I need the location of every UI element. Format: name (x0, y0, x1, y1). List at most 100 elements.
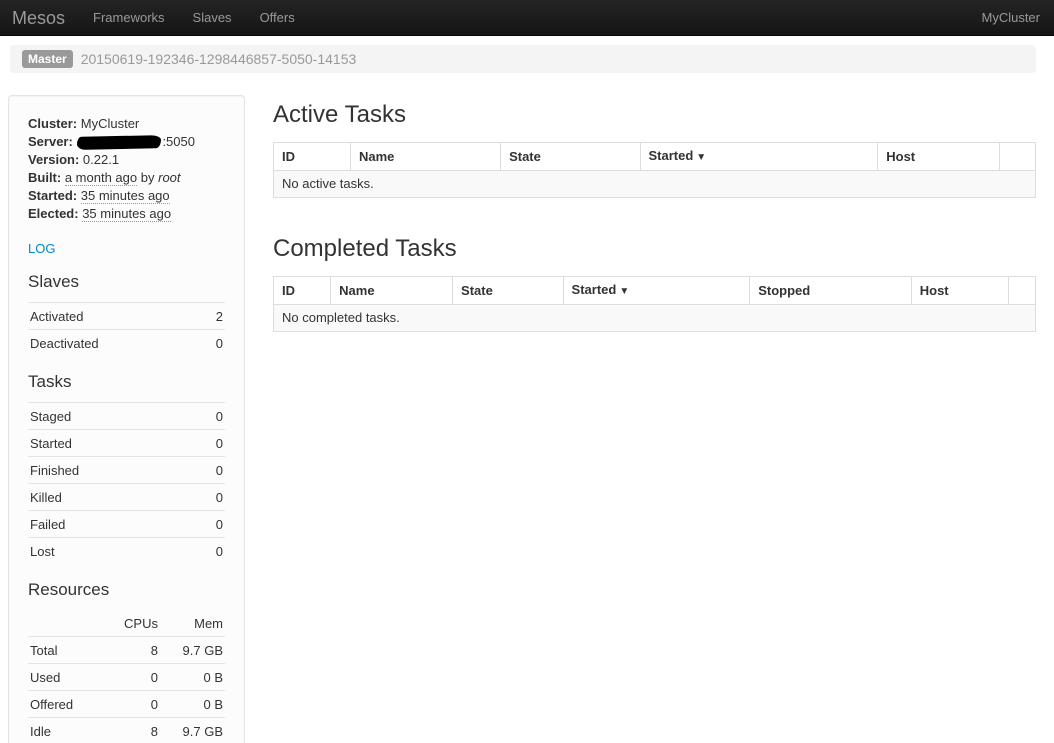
tasks-staged-value: 0 (191, 403, 225, 430)
table-row: Started 0 (28, 430, 225, 457)
active-tasks-header-row: ID Name State Started▼ Host (274, 143, 1036, 171)
main-content: Active Tasks ID Name State Started▼ Host… (273, 95, 1036, 332)
tasks-started-value: 0 (191, 430, 225, 457)
column-header-state[interactable]: State (501, 143, 640, 171)
table-row: Idle 8 9.7 GB (28, 718, 225, 743)
column-header-name[interactable]: Name (331, 277, 453, 305)
elected-info-line: Elected: 35 minutes ago (28, 205, 225, 223)
resources-cpus-header: CPUs (107, 610, 160, 637)
started-info-line: Started: 35 minutes ago (28, 187, 225, 205)
table-row: Finished 0 (28, 457, 225, 484)
table-row: No completed tasks. (274, 305, 1036, 332)
master-id: 20150619-192346-1298446857-5050-14153 (81, 51, 357, 67)
log-link[interactable]: LOG (28, 241, 55, 256)
built-user: root (158, 170, 180, 185)
sort-desc-icon: ▼ (619, 286, 629, 297)
table-row: Killed 0 (28, 484, 225, 511)
cluster-value: MyCluster (81, 116, 140, 131)
column-header-state[interactable]: State (453, 277, 563, 305)
completed-tasks-section: Completed Tasks ID Name State Started▼ S… (273, 234, 1036, 332)
column-header-started[interactable]: Started▼ (640, 143, 878, 171)
column-header-started[interactable]: Started▼ (563, 277, 750, 305)
completed-tasks-title: Completed Tasks (273, 234, 1036, 264)
elected-label: Elected: (28, 206, 79, 221)
tasks-table: Staged 0 Started 0 Finished 0 Killed 0 F… (28, 402, 225, 564)
resources-empty-header (28, 610, 107, 637)
column-header-actions (1000, 143, 1036, 171)
brand-mesos[interactable]: Mesos (0, 0, 79, 36)
table-row: Failed 0 (28, 511, 225, 538)
sort-desc-icon: ▼ (696, 152, 706, 163)
column-header-id[interactable]: ID (274, 143, 351, 171)
slaves-activated-label: Activated (28, 303, 199, 330)
table-row: Used 0 0 B (28, 664, 225, 691)
completed-tasks-empty-message: No completed tasks. (274, 305, 1036, 332)
active-tasks-empty-message: No active tasks. (274, 171, 1036, 198)
started-label: Started: (28, 188, 77, 203)
cluster-info-line: Cluster: MyCluster (28, 115, 225, 133)
slaves-deactivated-value: 0 (199, 330, 225, 357)
resources-offered-label: Offered (28, 691, 107, 718)
elected-time: 35 minutes ago (82, 206, 171, 222)
started-time: 35 minutes ago (81, 188, 170, 204)
column-header-host[interactable]: Host (911, 277, 1009, 305)
resources-section-title: Resources (28, 579, 225, 601)
table-row: Total 8 9.7 GB (28, 637, 225, 664)
resources-idle-mem: 9.7 GB (160, 718, 225, 743)
slaves-table: Activated 2 Deactivated 0 (28, 302, 225, 356)
column-header-stopped[interactable]: Stopped (750, 277, 912, 305)
sidebar-panel: Cluster: MyCluster Server: :5050 Version… (8, 95, 245, 743)
tasks-lost-label: Lost (28, 538, 191, 565)
tasks-staged-label: Staged (28, 403, 191, 430)
built-time: a month ago (65, 170, 137, 186)
built-info-line: Built: a month ago by root (28, 169, 225, 187)
resources-used-mem: 0 B (160, 664, 225, 691)
column-header-id[interactable]: ID (274, 277, 331, 305)
built-label: Built: (28, 170, 61, 185)
master-id-bar: Master 20150619-192346-1298446857-5050-1… (10, 45, 1036, 73)
top-navbar: Mesos Frameworks Slaves Offers MyCluster (0, 0, 1054, 36)
resources-table: CPUs Mem Total 8 9.7 GB Used 0 0 B Offer… (28, 610, 225, 743)
tasks-started-label: Started (28, 430, 191, 457)
version-info-line: Version: 0.22.1 (28, 151, 225, 169)
column-header-started-label: Started (649, 148, 694, 163)
resources-idle-cpus: 8 (107, 718, 160, 743)
redaction-scribble (77, 135, 161, 150)
resources-offered-mem: 0 B (160, 691, 225, 718)
tasks-killed-label: Killed (28, 484, 191, 511)
column-header-host[interactable]: Host (878, 143, 1000, 171)
nav-item-frameworks[interactable]: Frameworks (79, 0, 179, 36)
resources-total-label: Total (28, 637, 107, 664)
table-row: Activated 2 (28, 303, 225, 330)
resources-used-cpus: 0 (107, 664, 160, 691)
completed-tasks-header-row: ID Name State Started▼ Stopped Host (274, 277, 1036, 305)
nav-item-offers[interactable]: Offers (246, 0, 309, 36)
table-row: Lost 0 (28, 538, 225, 565)
table-row: Deactivated 0 (28, 330, 225, 357)
nav-item-slaves[interactable]: Slaves (179, 0, 246, 36)
slaves-activated-value: 2 (199, 303, 225, 330)
column-header-actions (1009, 277, 1036, 305)
tasks-killed-value: 0 (191, 484, 225, 511)
active-tasks-table: ID Name State Started▼ Host No active ta… (273, 142, 1036, 198)
slaves-deactivated-label: Deactivated (28, 330, 199, 357)
resources-header-row: CPUs Mem (28, 610, 225, 637)
table-row: Staged 0 (28, 403, 225, 430)
resources-total-mem: 9.7 GB (160, 637, 225, 664)
resources-idle-label: Idle (28, 718, 107, 743)
resources-offered-cpus: 0 (107, 691, 160, 718)
tasks-failed-value: 0 (191, 511, 225, 538)
resources-used-label: Used (28, 664, 107, 691)
table-row: No active tasks. (274, 171, 1036, 198)
column-header-name[interactable]: Name (350, 143, 500, 171)
tasks-lost-value: 0 (191, 538, 225, 565)
column-header-started-label: Started (572, 282, 617, 297)
cluster-label: Cluster: (28, 116, 77, 131)
version-label: Version: (28, 152, 79, 167)
slaves-section-title: Slaves (28, 271, 225, 293)
server-port: :5050 (162, 134, 195, 149)
server-label: Server: (28, 134, 73, 149)
tasks-failed-label: Failed (28, 511, 191, 538)
resources-mem-header: Mem (160, 610, 225, 637)
server-info-line: Server: :5050 (28, 133, 225, 151)
